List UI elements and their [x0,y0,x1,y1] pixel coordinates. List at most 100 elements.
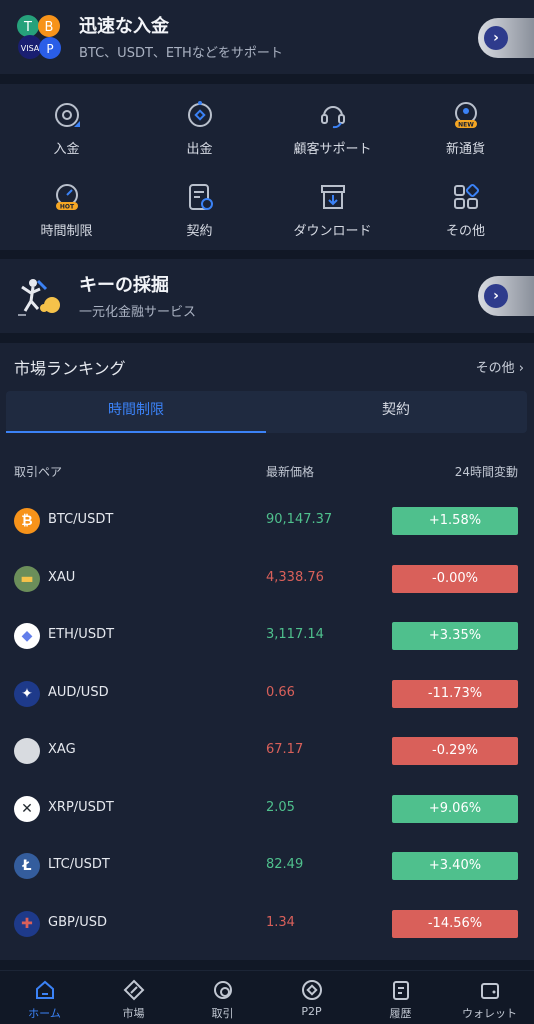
svg-text:HOT: HOT [59,204,74,211]
svg-text:NEW: NEW [458,122,474,129]
menu-label: 出金 [186,142,213,157]
trade-icon [213,981,232,999]
section-title: 市場ランキング [14,359,126,378]
pair-name: AUD/USD [48,684,109,700]
table-row[interactable]: ◆ ETH/USDT 3,117.14 +3.35% [0,619,534,653]
fast-deposit-banner[interactable]: T B VISA P 迅速な入金 BTC、USDT、ETHなどをサポート › [0,0,534,74]
change-badge: -11.73% [392,679,518,708]
nav-label: P2P [301,1005,322,1018]
withdraw-icon [187,101,212,127]
banner-subtitle: BTC、USDT、ETHなどをサポート [79,46,283,61]
chevron-right-icon: › [518,361,524,376]
table-row[interactable]: XAG 67.17 -0.29% [0,734,534,768]
more-grid-icon [453,183,479,209]
last-price: 3,117.14 [266,627,324,642]
menu-item-deposit[interactable]: 入金 [0,100,133,164]
svg-text:P: P [46,42,53,56]
nav-history[interactable]: 履歴 [356,971,445,1024]
support-headset-icon [320,106,345,129]
menu-item-withdraw[interactable]: 出金 [133,100,266,164]
table-row[interactable]: ▬ XAU 4,338.76 -0.00% [0,562,534,596]
change-badge: +1.58% [392,507,518,535]
banner-title: 迅速な入金 [79,16,169,37]
deposit-icon [54,103,80,127]
menu-item-time-limit[interactable]: HOT 時間制限 [0,182,133,246]
menu-item-more[interactable]: その他 [399,182,532,246]
column-header-change: 24時間変動 [454,465,518,479]
tab-contract[interactable]: 契約 [266,391,526,433]
australia-flag-icon: ✦ [14,680,40,707]
change-badge: -0.00% [392,564,518,593]
mining-banner[interactable]: キーの採掘 一元化金融サービス › [0,259,534,333]
nav-label: ホーム [28,1007,61,1020]
nav-label: ウォレット [462,1007,517,1020]
menu-item-download[interactable]: ダウンロード [266,182,399,246]
menu-label: ダウンロード [293,224,372,239]
nav-trade[interactable]: 取引 [178,971,267,1024]
market-ranking: 市場ランキング その他 › 時間制限 契約 取引ペア 最新価格 24時間変動 ₿… [0,343,534,960]
menu-label: 契約 [186,224,213,239]
nav-label: 履歴 [389,1007,412,1020]
table-row[interactable]: Ł LTC/USDT 82.49 +3.40% [0,849,534,883]
menu-item-support[interactable]: 顧客サポート [266,100,399,164]
pair-name: XRP/USDT [48,799,114,815]
column-header-price: 最新価格 [266,465,315,479]
ethereum-icon: ◆ [14,623,40,649]
more-link-label: その他 [475,361,515,376]
last-price: 0.66 [266,684,295,700]
last-price: 1.34 [266,914,295,930]
table-row[interactable]: ✦ AUD/USD 0.66 -11.73% [0,677,534,711]
change-badge: +9.06% [392,794,518,823]
nav-market[interactable]: 市場 [89,971,178,1024]
column-header-pair: 取引ペア [14,465,63,479]
nav-label: 取引 [211,1007,234,1020]
wallet-icon [480,983,499,999]
pair-name: GBP/USD [48,914,107,930]
banner-go-button[interactable]: › [478,18,534,58]
last-price: 67.17 [266,742,304,757]
download-icon [320,185,345,209]
menu-label: その他 [445,224,485,239]
timer-icon: HOT [55,184,78,211]
menu-label: 顧客サポート [293,142,372,157]
nav-home[interactable]: ホーム [0,971,89,1024]
change-badge: +3.35% [392,622,518,650]
xrp-icon: ✕ [14,795,40,822]
pair-name: ETH/USDT [48,627,115,642]
banner-go-button[interactable]: › [478,276,534,316]
menu-item-new-coin[interactable]: NEW 新通貨 [399,100,532,164]
change-badge: +3.40% [392,852,518,880]
last-price: 90,147.37 [266,512,333,527]
pair-name: BTC/USDT [48,512,114,527]
nav-wallet[interactable]: ウォレット [445,971,534,1024]
change-badge: -0.29% [392,737,518,765]
mining-illustration-icon [18,279,60,316]
table-row[interactable]: ₿ BTC/USDT 90,147.37 +1.58% [0,504,534,538]
pair-name: LTC/USDT [48,857,110,872]
bitcoin-icon: ₿ [14,508,40,534]
quick-menu: 入金 出金 顧客サポート NEW 新通貨 HOT 時間制限 契約 ダウンロード … [0,84,534,250]
svg-text:T: T [23,20,32,35]
nav-label: 市場 [122,1007,145,1020]
market-tabs: 時間制限 契約 [6,391,527,433]
home-icon [35,980,54,999]
pair-name: XAG [48,742,76,757]
table-row[interactable]: ✕ XRP/USDT 2.05 +9.06% [0,792,534,826]
table-row[interactable]: ✚ GBP/USD 1.34 -14.56% [0,907,534,941]
menu-label: 入金 [53,142,80,157]
banner-title: キーの採掘 [79,275,169,296]
menu-label: 時間制限 [40,224,93,239]
svg-text:VISA: VISA [21,44,40,53]
menu-label: 新通貨 [445,142,485,157]
tab-time-limit[interactable]: 時間制限 [6,391,266,433]
more-link[interactable]: その他 › [476,357,524,376]
svg-text:B: B [45,20,54,35]
menu-item-contract[interactable]: 契約 [133,182,266,246]
silver-icon [14,738,40,764]
nav-p2p[interactable]: P2P [267,971,356,1024]
new-coin-icon: NEW [454,102,477,129]
last-price: 82.49 [266,857,304,872]
bottom-nav: ホーム 市場 取引 P2P 履歴 ウォレット [0,970,534,1024]
p2p-icon [301,980,322,1000]
change-badge: -14.56% [392,909,518,938]
